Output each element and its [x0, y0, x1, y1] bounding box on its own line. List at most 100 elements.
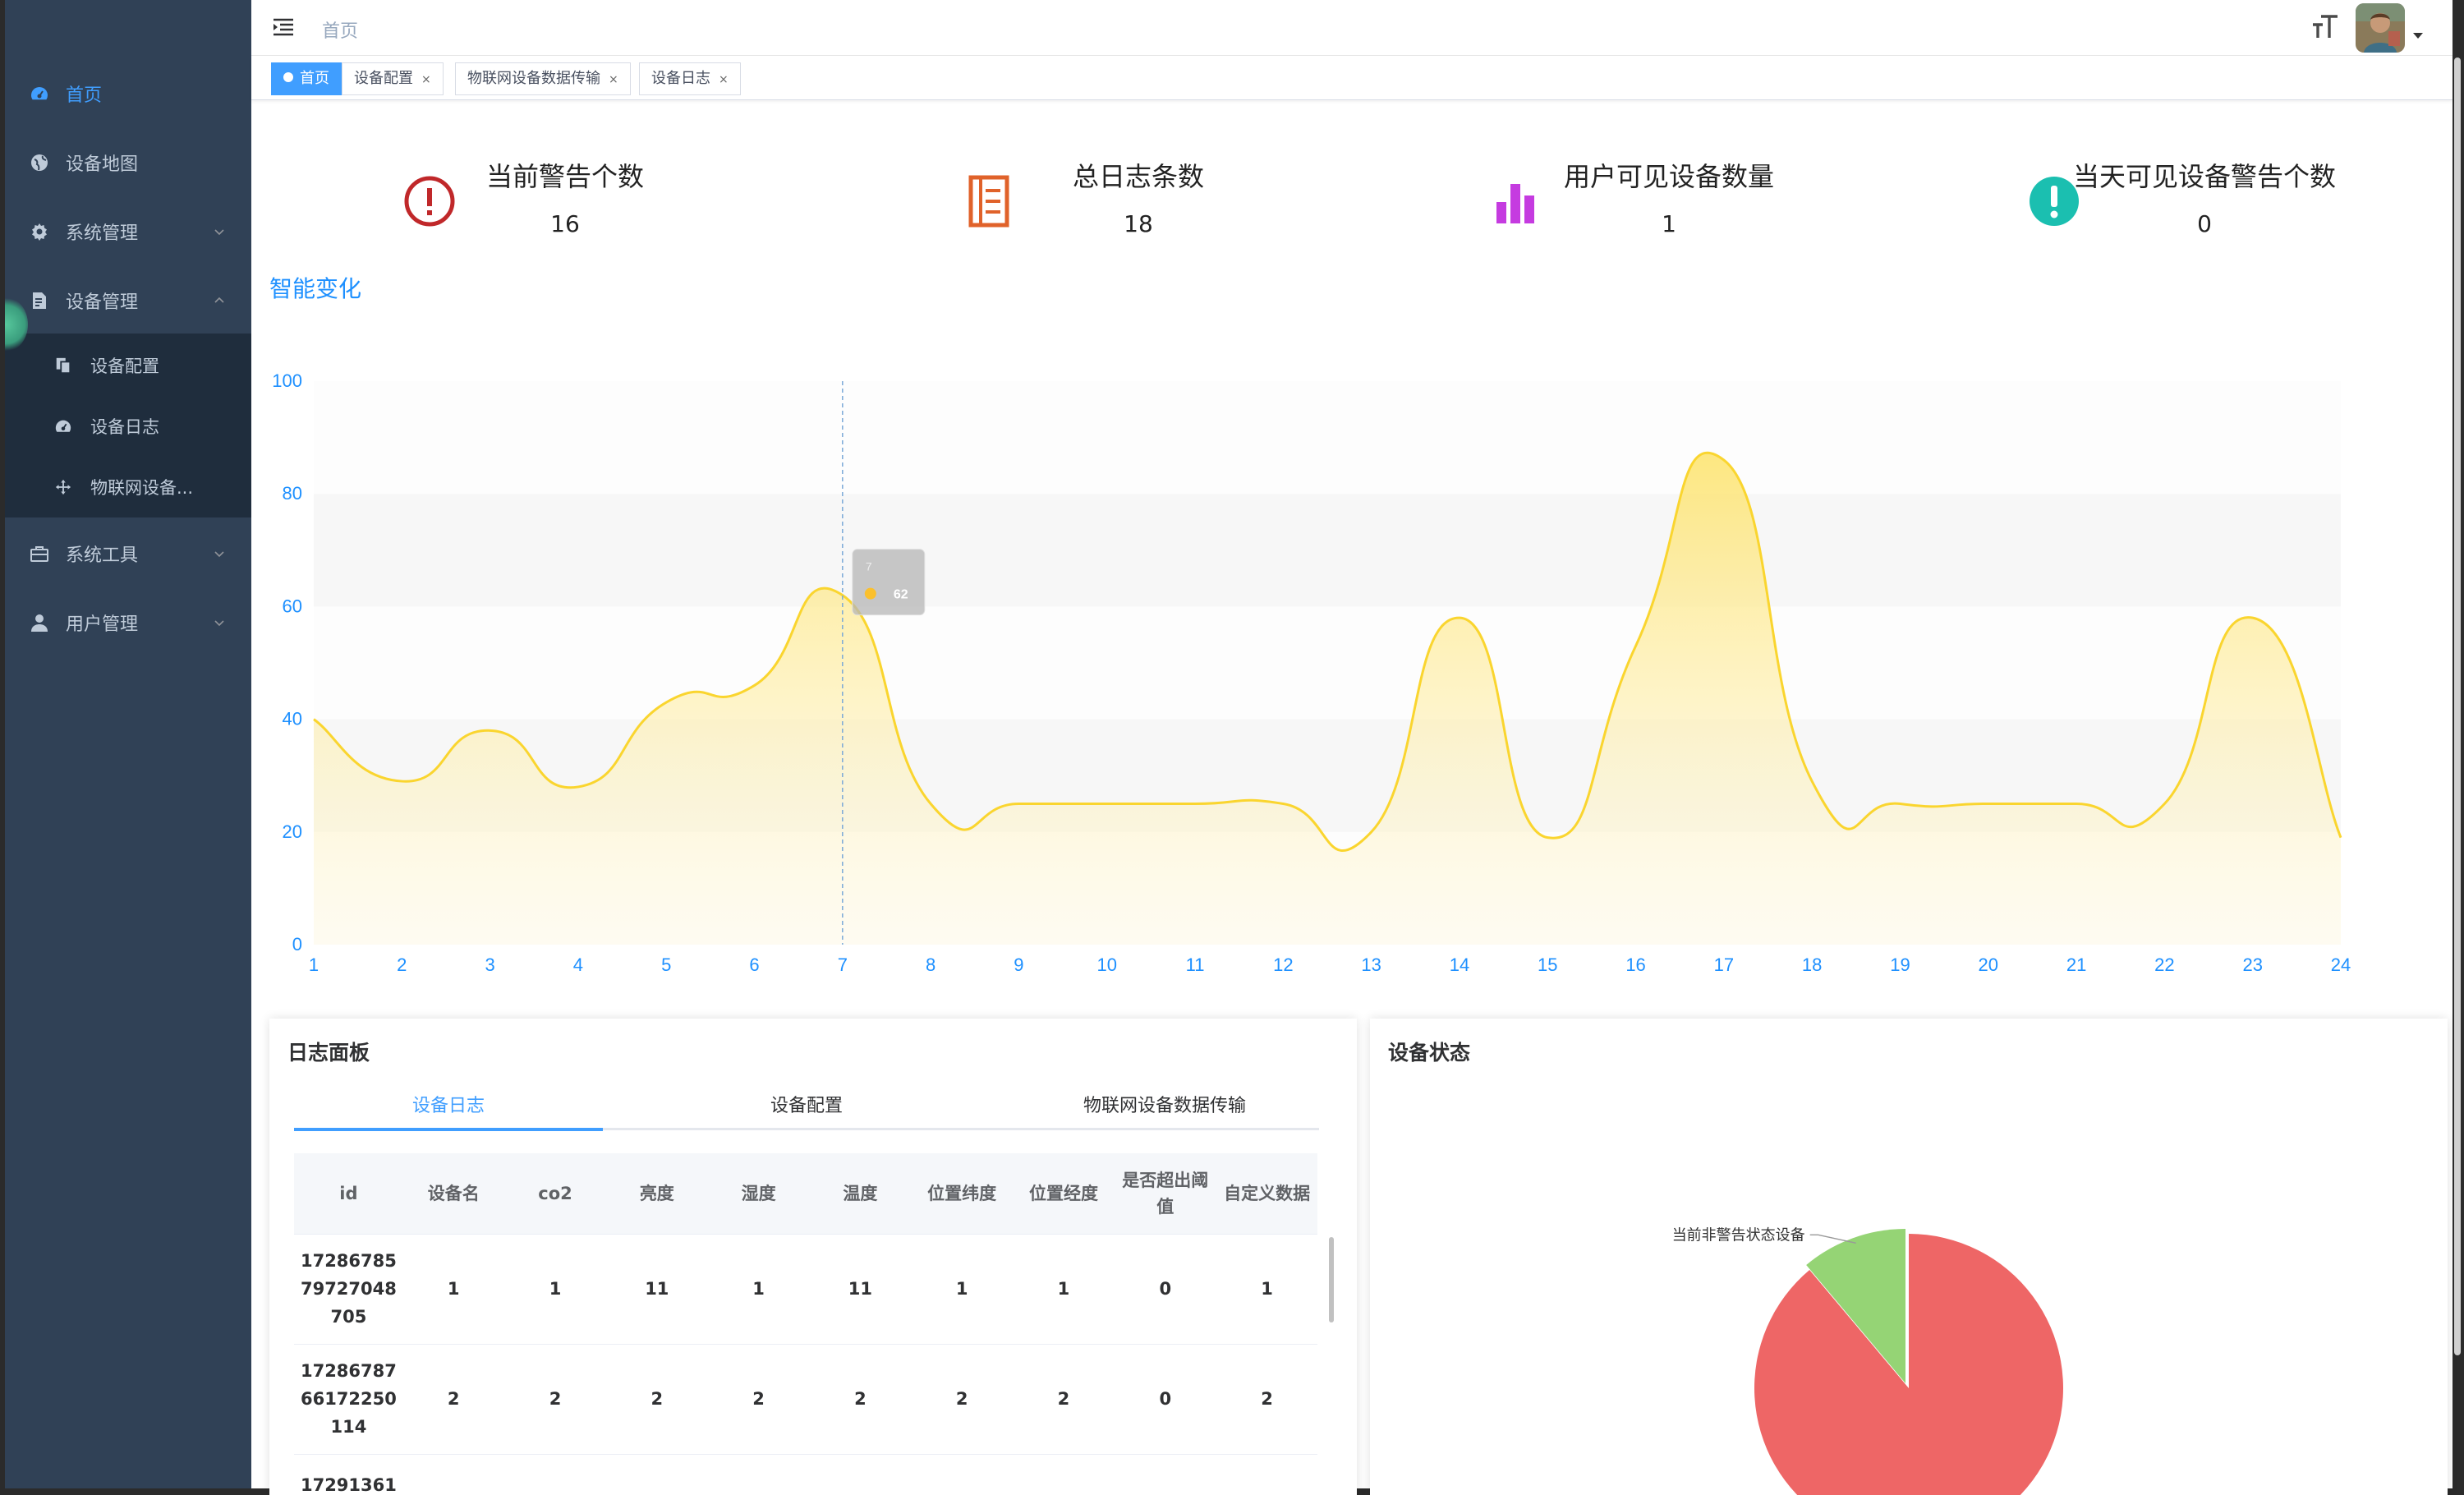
- pie-slices: [1754, 1229, 2063, 1495]
- pie-slice[interactable]: [1754, 1234, 2063, 1495]
- pie-chart[interactable]: 当前非警告状态设备: [1370, 1019, 2448, 1495]
- stat-visible-devices: 用户可见设备数量 1: [1487, 148, 1848, 255]
- y-tick-label: 0: [292, 934, 302, 954]
- x-tick-label: 2: [397, 954, 407, 975]
- sidebar-item-device-management[interactable]: 设备管理: [5, 266, 251, 335]
- data-point[interactable]: [1722, 458, 1726, 462]
- x-tick-label: 16: [1625, 954, 1645, 975]
- table-row[interactable]: 17291361: [294, 1454, 1317, 1495]
- table-cell: 0: [1114, 1344, 1217, 1455]
- data-point[interactable]: [1369, 830, 1374, 835]
- data-point[interactable]: [1809, 779, 1814, 784]
- sidebar-subitem-device-log[interactable]: 设备日志: [5, 396, 251, 457]
- active-dot-icon: [283, 72, 293, 82]
- column-header[interactable]: 温度: [810, 1153, 911, 1235]
- area-chart[interactable]: 020406080100 1 2 3 4 5 6 7 8 9 10 11 12 13 14 15 16 17 18…: [251, 361, 2453, 986]
- table-cell: 2: [1216, 1344, 1317, 1455]
- data-point[interactable]: [2074, 802, 2079, 807]
- data-point[interactable]: [1545, 835, 1550, 840]
- sidebar-item-device-map[interactable]: 设备地图: [5, 128, 251, 197]
- x-tick-label: 3: [485, 954, 494, 975]
- alert-circle-icon: [404, 176, 455, 227]
- chevron-down-icon: [214, 620, 224, 627]
- column-header[interactable]: 是否超出阈值: [1114, 1153, 1217, 1235]
- stat-value: 1: [1662, 210, 1676, 237]
- sidebar-item-system-tools[interactable]: 系统工具: [5, 519, 251, 588]
- data-point[interactable]: [1193, 802, 1198, 807]
- panel-title: 日志面板: [287, 1041, 370, 1065]
- table-cell-id: 17291361: [294, 1454, 403, 1495]
- data-point[interactable]: [2250, 615, 2255, 620]
- tag-iot-transfer[interactable]: 物联网设备数据传输 ×: [455, 62, 631, 95]
- table-cell: 11: [606, 1234, 708, 1345]
- gear-icon: [32, 223, 47, 241]
- data-point[interactable]: [840, 593, 845, 598]
- close-icon[interactable]: ×: [719, 73, 729, 86]
- tag-device-config[interactable]: 设备配置 ×: [342, 62, 444, 95]
- table-cell: [910, 1454, 1014, 1495]
- table-cell: 2: [606, 1344, 708, 1455]
- data-point[interactable]: [1280, 802, 1285, 807]
- tag-label: 物联网设备数据传输: [467, 70, 600, 87]
- tab-device-config[interactable]: 设备配置: [603, 1083, 1010, 1130]
- table-cell: 2: [402, 1344, 504, 1455]
- column-header[interactable]: 位置纬度: [910, 1153, 1014, 1235]
- stat-title: 总日志条数: [1072, 161, 1205, 192]
- column-header[interactable]: 位置经度: [1013, 1153, 1115, 1235]
- data-point[interactable]: [1634, 643, 1639, 648]
- close-icon[interactable]: ×: [609, 73, 618, 86]
- x-axis: 1 2 3 4 5 6 7 8 9 10 11 12 13 14 15 16 17 18 19 20 21 22 23 24: [309, 954, 2351, 975]
- column-header[interactable]: 湿度: [707, 1153, 810, 1235]
- x-tick-label: 21: [2066, 954, 2086, 975]
- chart-title: 智能变化: [269, 275, 362, 302]
- sidebar-item-system-management[interactable]: 系统管理: [5, 197, 251, 266]
- log-panel: 日志面板 设备日志 设备配置 物联网设备数据传输 id 设备名 co2 亮度 湿…: [269, 1019, 1357, 1495]
- stat-title: 当天可见设备警告个数: [2072, 161, 2337, 192]
- font-size-icon[interactable]: [2311, 13, 2339, 39]
- data-point[interactable]: [1897, 802, 1902, 807]
- data-point[interactable]: [752, 683, 757, 688]
- tag-home[interactable]: 首页: [271, 62, 342, 95]
- chevron-down-icon: [214, 229, 224, 236]
- column-header[interactable]: 自定义数据: [1216, 1153, 1317, 1235]
- column-header[interactable]: id: [294, 1153, 403, 1235]
- sidebar-subitem-iot-transfer[interactable]: 物联网设备...: [5, 457, 251, 518]
- status-panel: 设备状态 当前非警告状态设备: [1370, 1019, 2448, 1495]
- column-header[interactable]: 设备名: [402, 1153, 504, 1235]
- sidebar-item-home[interactable]: 首页: [5, 59, 251, 128]
- table-row[interactable]: 1728678579727048705 1 1 11 1 11 1 1 0 1: [294, 1234, 1317, 1345]
- tab-iot-transfer[interactable]: 物联网设备数据传输: [1010, 1083, 1319, 1130]
- column-header[interactable]: 亮度: [606, 1153, 708, 1235]
- sidebar-subitem-device-config[interactable]: 设备配置: [5, 335, 251, 396]
- data-point[interactable]: [928, 802, 933, 807]
- data-point[interactable]: [664, 700, 669, 705]
- data-point[interactable]: [576, 784, 581, 789]
- move-icon: [55, 479, 71, 495]
- data-point[interactable]: [1986, 802, 1991, 807]
- data-point[interactable]: [2338, 835, 2343, 840]
- data-point[interactable]: [2162, 802, 2167, 807]
- caret-down-icon[interactable]: [2413, 33, 2423, 39]
- close-icon[interactable]: ×: [421, 73, 431, 86]
- column-header[interactable]: co2: [503, 1153, 607, 1235]
- table-scrollbar[interactable]: [1329, 1237, 1334, 1322]
- tab-device-log[interactable]: 设备日志: [294, 1083, 603, 1130]
- hamburger-icon[interactable]: [273, 18, 294, 36]
- tag-device-log[interactable]: 设备日志 ×: [639, 62, 741, 95]
- chart-tooltip: 7 62: [852, 549, 926, 616]
- data-point[interactable]: [1457, 615, 1462, 620]
- table-cell: 1: [1013, 1234, 1115, 1345]
- y-tick-label: 60: [283, 596, 302, 616]
- data-point[interactable]: [399, 779, 404, 784]
- stat-title: 当前警告个数: [485, 161, 645, 192]
- avatar[interactable]: [2356, 3, 2405, 53]
- sidebar-item-user-management[interactable]: 用户管理: [5, 588, 251, 657]
- table-row[interactable]: 1728678766172250114 2 2 2 2 2 2 2 0 2: [294, 1344, 1317, 1455]
- sidebar-item-label: 设备管理: [66, 292, 139, 313]
- data-point[interactable]: [488, 728, 493, 733]
- data-point[interactable]: [1016, 802, 1021, 807]
- data-point[interactable]: [1105, 802, 1110, 807]
- main-content: 首页 首页 设备配置 × 物联网设备数据传输 × 设备日志 × 当前警告个数 1…: [251, 0, 2453, 1495]
- page-scrollbar[interactable]: [2454, 58, 2461, 1355]
- data-point[interactable]: [311, 717, 316, 722]
